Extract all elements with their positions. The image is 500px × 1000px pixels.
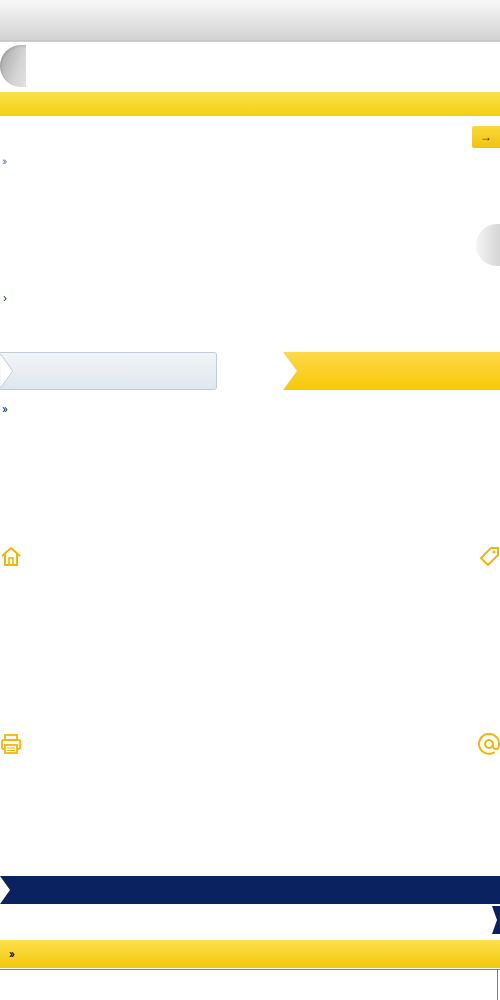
tab-yellow[interactable] — [283, 352, 500, 390]
tab-arrow-icon — [283, 352, 297, 390]
more-link-1[interactable]: ›› — [2, 156, 8, 168]
more-link-3[interactable]: ›› — [2, 402, 8, 416]
double-chevron-icon: ›› — [9, 947, 15, 961]
navy-corner-tab[interactable] — [489, 906, 500, 934]
yellow-banner — [0, 92, 500, 116]
at-sign-icon[interactable] — [478, 733, 500, 755]
double-chevron-icon: ›› — [2, 156, 8, 168]
footer-yellow-bar[interactable]: ›› — [0, 940, 500, 968]
double-chevron-icon: ›› — [2, 402, 8, 416]
left-decor-disc — [0, 45, 26, 87]
tag-icon[interactable] — [478, 545, 500, 567]
chevron-right-icon: › — [3, 291, 7, 305]
footer-divider — [0, 969, 500, 970]
top-header-bar — [0, 0, 500, 41]
home-icon[interactable] — [0, 545, 22, 567]
go-button[interactable]: → — [472, 126, 500, 148]
tab-grey[interactable] — [0, 352, 217, 390]
right-decor-disc — [476, 224, 500, 266]
navy-banner — [0, 876, 500, 904]
print-icon[interactable] — [0, 733, 22, 755]
arrow-right-icon: → — [480, 130, 492, 144]
tab-arrow-icon — [0, 353, 14, 389]
footer-vertical-divider — [497, 969, 498, 1000]
more-link-2[interactable]: › — [3, 291, 7, 305]
navy-arrow-icon — [0, 876, 10, 904]
header-divider — [0, 41, 500, 42]
